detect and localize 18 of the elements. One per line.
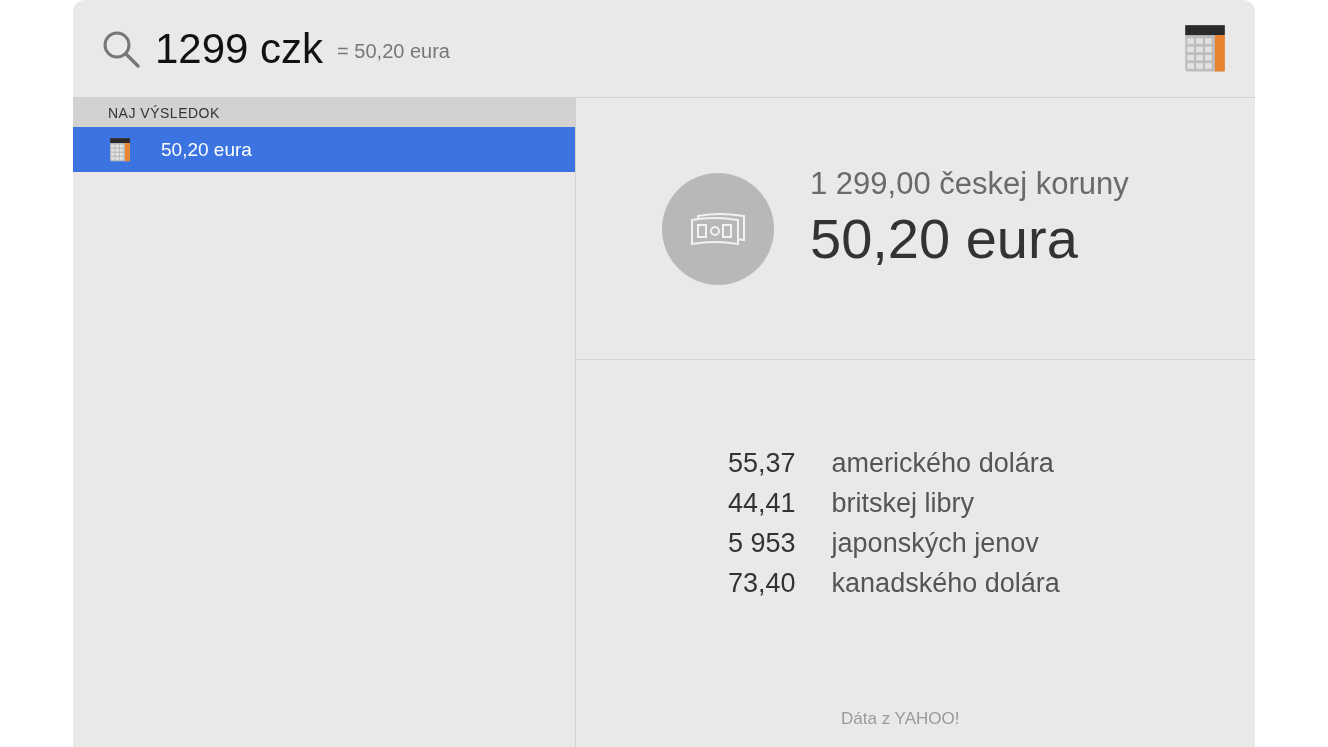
search-query[interactable]: 1299 czk: [155, 24, 324, 73]
source-amount: 1 299,00 českej koruny: [810, 166, 1129, 202]
result-item[interactable]: 50,20 eura: [73, 127, 575, 172]
rate-currency: britskej libry: [831, 488, 976, 519]
rate-currency: kanadského dolára: [831, 568, 1060, 599]
rate-currency: amerického dolára: [831, 448, 1055, 479]
rate-amount: 73,40: [728, 568, 796, 599]
banknote-icon: [690, 211, 746, 246]
calculator-icon: [109, 136, 131, 163]
section-header: NAJ VÝSLEDOK: [73, 98, 575, 127]
rate-amount: 5 953: [728, 528, 796, 559]
rate-amount: 44,41: [728, 488, 796, 519]
rate-amount: 55,37: [728, 448, 796, 479]
search-hint: = 50,20 eura: [337, 40, 451, 63]
calculator-icon: [1183, 23, 1227, 74]
rate-currency: japonských jenov: [831, 528, 1040, 559]
converted-amount: 50,20 eura: [810, 206, 1079, 271]
data-source-credit: Dáta z YAHOO!: [841, 709, 960, 728]
